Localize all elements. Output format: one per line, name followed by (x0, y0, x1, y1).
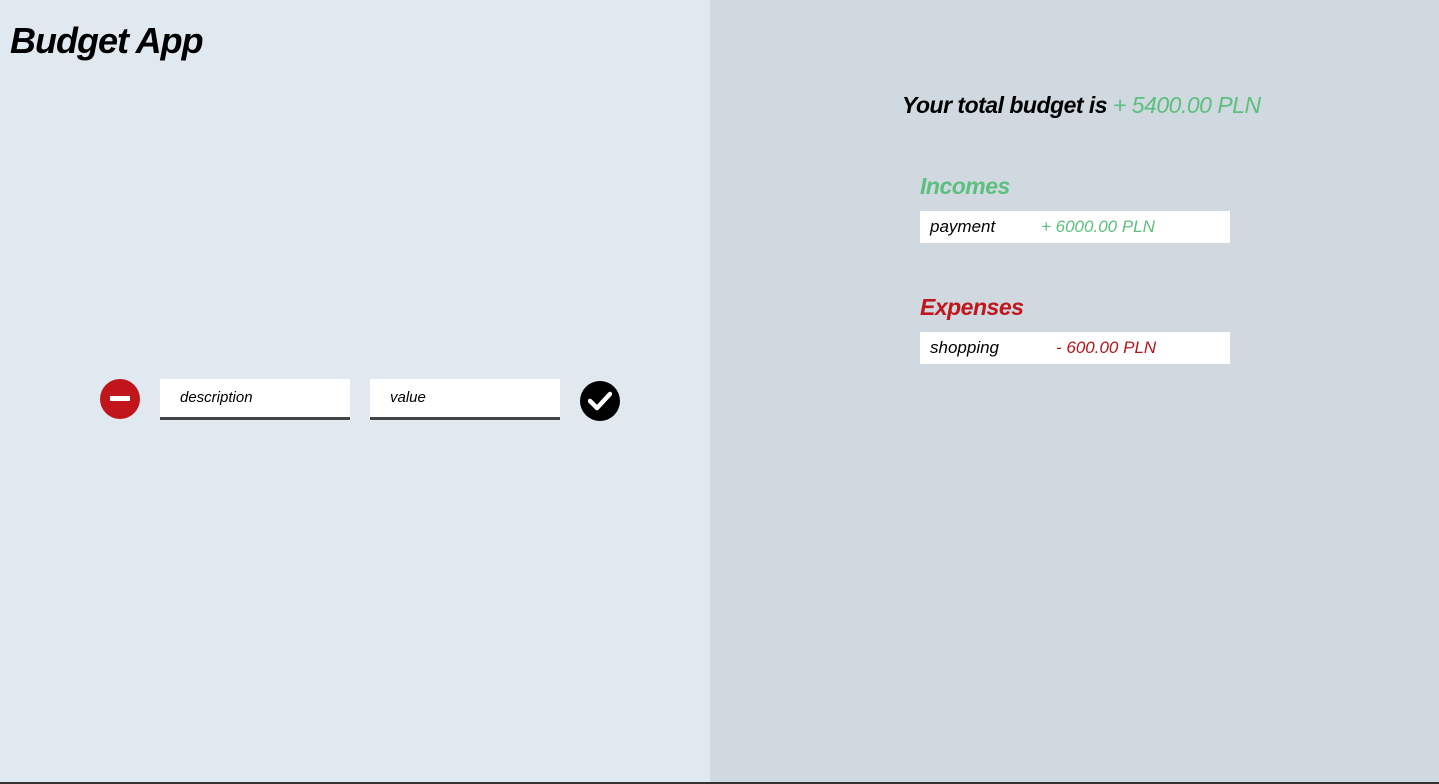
total-budget-amount: + 5400.00 PLN (1112, 92, 1261, 118)
summary-panel: Your total budget is + 5400.00 PLN Incom… (710, 0, 1439, 784)
income-description: payment (930, 217, 996, 236)
check-circle-icon[interactable] (580, 381, 620, 421)
expense-description: shopping (930, 338, 1000, 357)
total-budget: Your total budget is + 5400.00 PLN (902, 92, 1261, 119)
entry-form (100, 377, 620, 421)
value-input[interactable] (370, 378, 560, 420)
total-budget-label: Your total budget is (902, 92, 1108, 118)
minus-circle-icon[interactable] (100, 379, 140, 419)
incomes-title: Incomes (920, 173, 1010, 199)
income-amount: + 6000.00 PLN (1041, 217, 1155, 236)
description-input[interactable] (160, 378, 350, 420)
expense-amount: - 600.00 PLN (1056, 338, 1157, 357)
input-panel: Budget App (0, 0, 710, 784)
budget-app-page: Budget App Your total budget is + 5400.0… (0, 0, 1439, 784)
income-item: payment + 6000.00 PLN (920, 211, 1230, 243)
expense-item: shopping - 600.00 PLN (920, 332, 1230, 364)
expenses-title: Expenses (920, 294, 1024, 320)
app-title: Budget App (10, 20, 204, 61)
